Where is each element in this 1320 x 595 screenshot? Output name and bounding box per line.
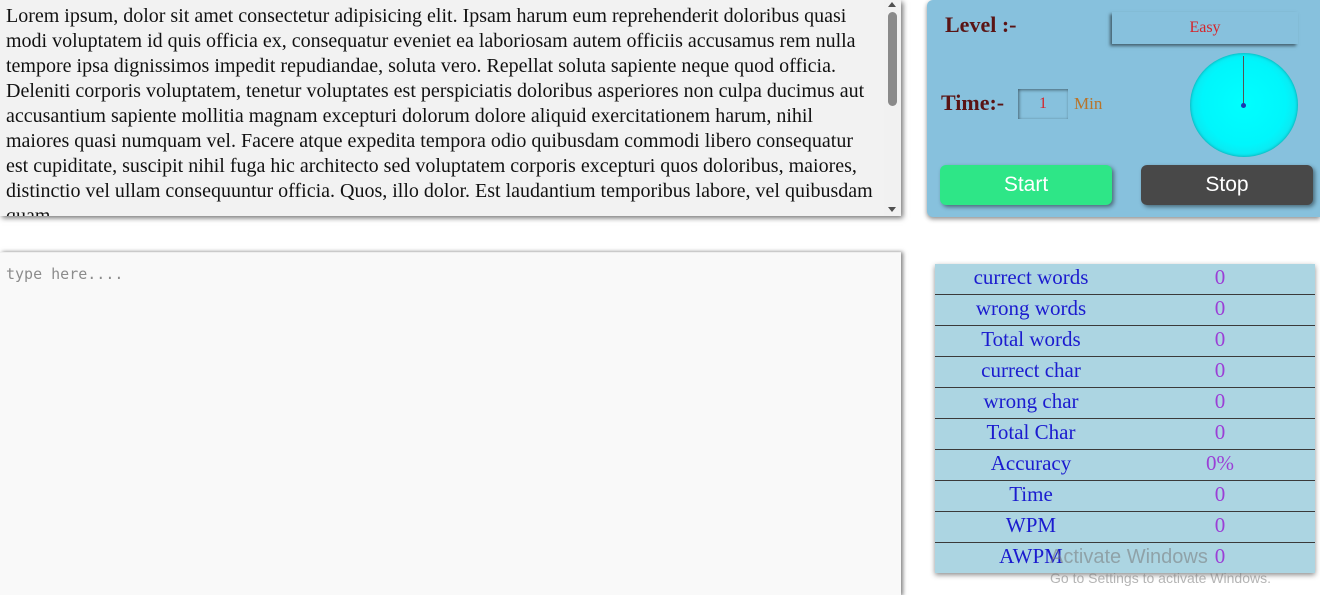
typing-textarea[interactable]: type here.... — [0, 252, 901, 595]
stats-row: Time 0 — [935, 481, 1315, 512]
passage-text: Lorem ipsum, dolor sit amet consectetur … — [6, 5, 873, 216]
stats-row: Accuracy 0% — [935, 450, 1315, 481]
passage-scrollbar[interactable] — [884, 0, 901, 216]
stat-label: WPM — [1005, 513, 1057, 537]
stat-label: Total Char — [986, 420, 1076, 444]
timer-hand — [1243, 56, 1244, 105]
typing-test-app: Lorem ipsum, dolor sit amet consectetur … — [0, 0, 1320, 595]
stat-label: Time — [1009, 482, 1053, 506]
control-panel: Level :- Easy Time:- 1 Min Start Stop — [927, 0, 1320, 217]
stat-value: 0 — [1214, 296, 1226, 320]
stat-label: wrong words — [975, 296, 1087, 320]
stat-label: wrong char — [983, 389, 1079, 413]
activate-windows-watermark: Activate Windows Go to Settings to activ… — [1050, 545, 1271, 587]
stats-row: Total words 0 — [935, 326, 1315, 357]
stat-label: currect char — [981, 358, 1081, 382]
typing-placeholder: type here.... — [6, 265, 124, 283]
stat-value: 0 — [1214, 358, 1226, 382]
stats-row: WPM 0 — [935, 512, 1315, 543]
stats-row: wrong char 0 — [935, 388, 1315, 419]
stats-row: Total Char 0 — [935, 419, 1315, 450]
stop-button[interactable]: Stop — [1141, 165, 1313, 205]
passage-box[interactable]: Lorem ipsum, dolor sit amet consectetur … — [0, 0, 901, 216]
scroll-up-arrow-icon[interactable] — [888, 2, 896, 7]
stats-table: currect words 0 wrong words 0 Total word… — [935, 264, 1315, 573]
stat-value: 0 — [1214, 513, 1226, 537]
stats-row: wrong words 0 — [935, 295, 1315, 326]
stat-value: 0 — [1214, 389, 1226, 413]
stats-row: currect words 0 — [935, 264, 1315, 295]
scrollbar-thumb[interactable] — [888, 12, 897, 106]
level-label: Level :- — [945, 12, 1017, 37]
time-input[interactable]: 1 — [1018, 89, 1068, 119]
start-button[interactable]: Start — [940, 165, 1112, 205]
timer-center-dot — [1241, 103, 1246, 108]
stat-value: 0% — [1206, 451, 1234, 475]
stat-label: currect words — [973, 265, 1089, 289]
stat-value: 0 — [1214, 420, 1226, 444]
stat-value: 0 — [1214, 327, 1226, 351]
watermark-title: Activate Windows — [1050, 546, 1208, 568]
time-label: Time:- — [941, 90, 1005, 115]
stat-label: Total words — [981, 327, 1081, 351]
timer-dial — [1190, 53, 1298, 157]
level-select[interactable]: Easy — [1112, 12, 1298, 44]
watermark-subtitle: Go to Settings to activate Windows. — [1050, 570, 1271, 586]
time-unit-label: Min — [1074, 94, 1103, 113]
stat-value: 0 — [1214, 482, 1226, 506]
stat-value: 0 — [1214, 265, 1226, 289]
stats-row: currect char 0 — [935, 357, 1315, 388]
scroll-down-arrow-icon[interactable] — [888, 207, 896, 212]
stat-label: Accuracy — [990, 451, 1072, 475]
